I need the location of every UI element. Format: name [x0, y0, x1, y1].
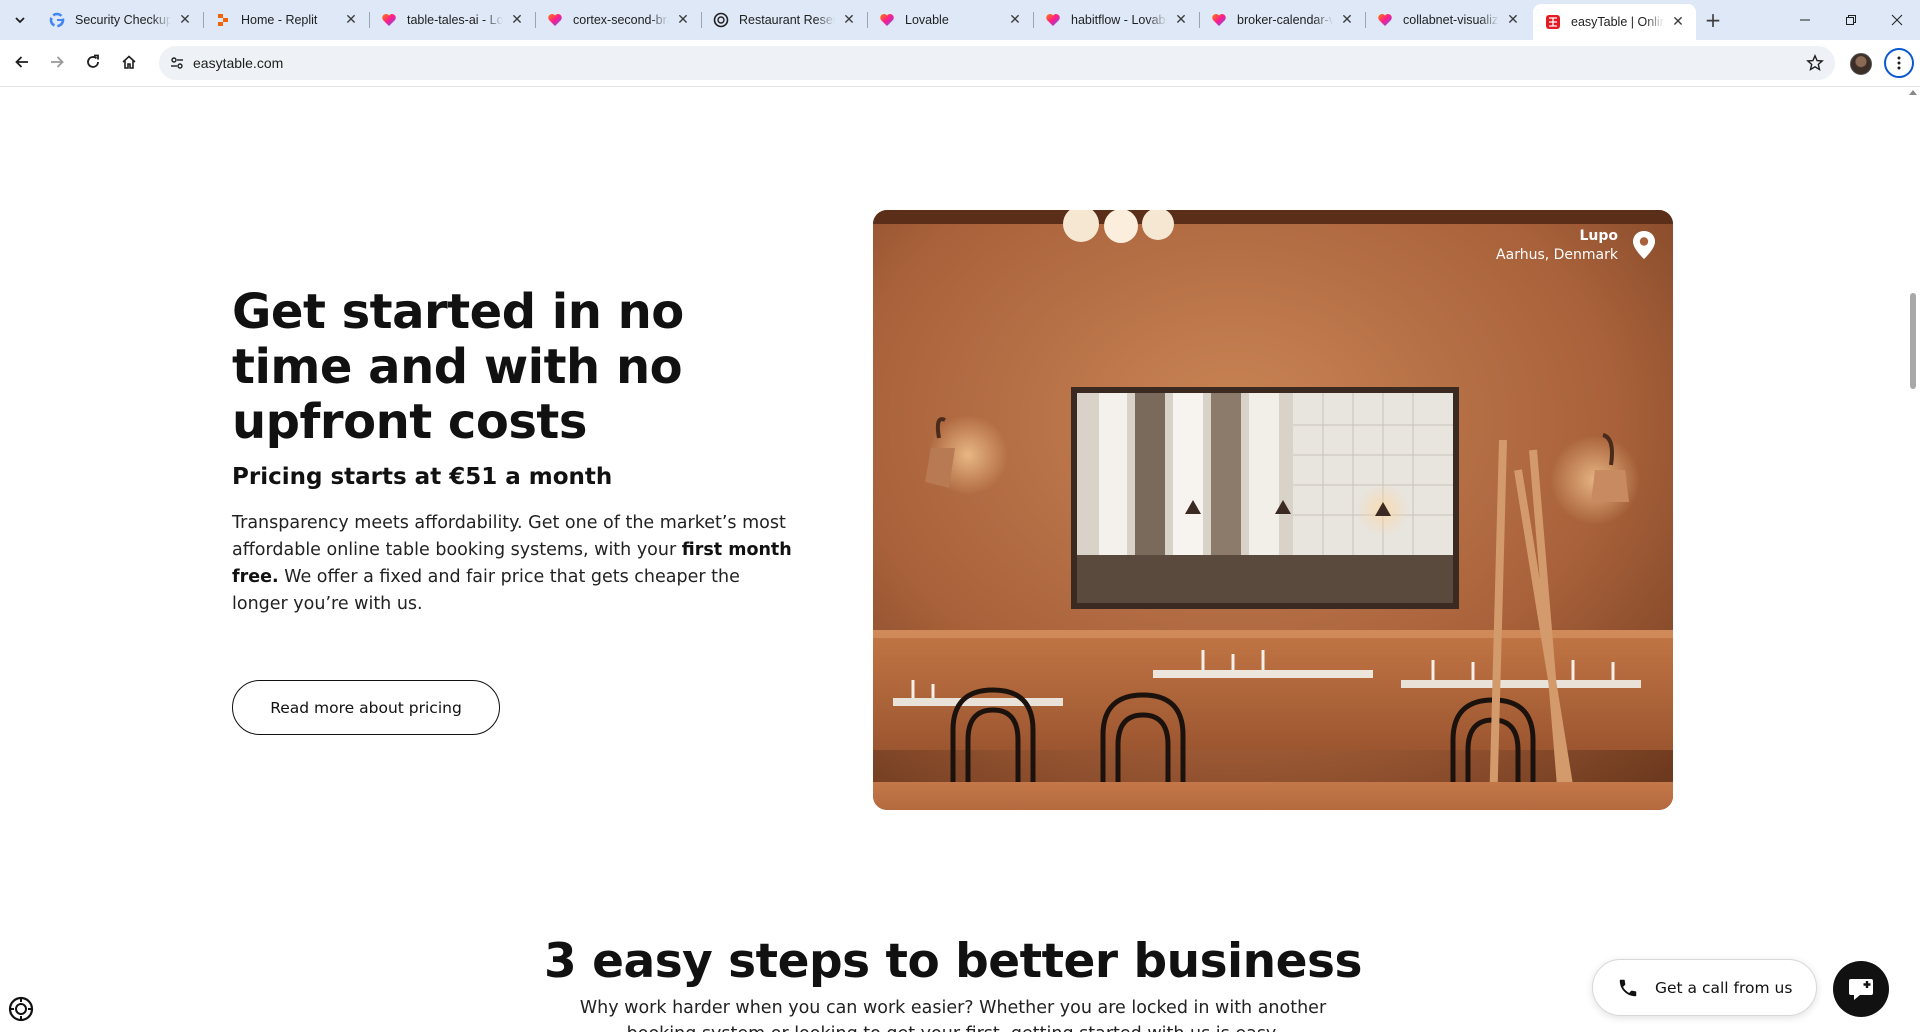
steps-description: Why work harder when you can work easier…: [579, 998, 1327, 1032]
restaurant-interior-image: [873, 210, 1673, 810]
chat-bubble-icon: [1849, 979, 1873, 1000]
tab-title: cortex-second-brain: [573, 13, 669, 27]
restaurant-photo: Lupo Aarhus, Denmark: [873, 210, 1673, 810]
home-icon: [122, 55, 136, 69]
close-icon[interactable]: ✕: [1007, 12, 1023, 28]
openai-icon: [713, 12, 729, 28]
reload-icon: [87, 54, 99, 68]
address-bar[interactable]: easytable.com: [159, 46, 1835, 80]
pricing-subheading: Pricing starts at €51 a month: [232, 464, 613, 490]
restore-button[interactable]: [1828, 0, 1874, 40]
tab-cortex[interactable]: cortex-second-brain ✕: [535, 4, 702, 36]
arrow-left-icon: [15, 56, 28, 68]
google-icon: [49, 12, 65, 28]
hero-heading: Get started in no time and with no upfro…: [232, 284, 684, 450]
close-icon: [1891, 14, 1903, 26]
new-tab-button[interactable]: +: [1701, 8, 1725, 32]
browser-window: Security Checkup ✕ Home - Replit ✕ table…: [0, 0, 1920, 1032]
bookmark-star-icon[interactable]: [1805, 53, 1825, 73]
tab-title: collabnet-visualizer: [1403, 13, 1499, 27]
restaurant-location: Aarhus, Denmark: [1496, 247, 1618, 263]
lovable-icon: [1045, 12, 1061, 28]
tab-table-tales[interactable]: table-tales-ai - Lovable ✕: [369, 4, 536, 36]
tab-title: easyTable | Online: [1571, 15, 1664, 29]
tab-replit[interactable]: Home - Replit ✕: [203, 4, 370, 36]
close-icon[interactable]: ✕: [343, 12, 359, 28]
lovable-icon: [547, 12, 563, 28]
tab-collabnet[interactable]: collabnet-visualizer ✕: [1365, 4, 1531, 36]
browser-toolbar: easytable.com: [0, 40, 1920, 87]
get-a-call-label: Get a call from us: [1655, 978, 1793, 997]
tab-strip: Security Checkup ✕ Home - Replit ✕ table…: [0, 0, 1920, 40]
read-more-pricing-button[interactable]: Read more about pricing: [232, 680, 500, 735]
scroll-up-arrow-icon[interactable]: [1909, 90, 1917, 95]
more-vertical-icon: [1897, 56, 1901, 70]
tab-title: broker-calendar-view: [1237, 13, 1333, 27]
hero-description: Transparency meets affordability. Get on…: [232, 510, 792, 618]
restore-icon: [1846, 15, 1856, 25]
tab-restaurant-reservation[interactable]: Restaurant Reservation ✕: [701, 4, 868, 36]
replit-icon: [215, 12, 231, 28]
arrow-right-icon: [51, 56, 64, 68]
tab-easytable[interactable]: easyTable | Online ✕: [1533, 4, 1696, 40]
tab-search-button[interactable]: [8, 8, 32, 32]
lovable-icon: [1377, 12, 1393, 28]
minimize-button[interactable]: [1782, 0, 1828, 40]
photo-caption: Lupo Aarhus, Denmark: [1496, 228, 1618, 263]
back-button[interactable]: [8, 48, 36, 76]
chat-button[interactable]: [1833, 961, 1889, 1017]
tab-broker-calendar[interactable]: broker-calendar-view ✕: [1199, 4, 1366, 36]
tab-title: Security Checkup: [75, 13, 171, 27]
page-viewport: Get started in no time and with no upfro…: [0, 87, 1906, 1032]
tab-habitflow[interactable]: habitflow - Lovable ✕: [1033, 4, 1200, 36]
minimize-icon: [1800, 19, 1810, 21]
close-window-button[interactable]: [1874, 0, 1920, 40]
browser-menu-button[interactable]: [1884, 48, 1914, 78]
tab-title: habitflow - Lovable: [1071, 13, 1167, 27]
tab-title: Restaurant Reservation: [739, 13, 835, 27]
close-icon[interactable]: ✕: [1339, 12, 1355, 28]
restaurant-name: Lupo: [1579, 228, 1618, 244]
lovable-icon: [1211, 12, 1227, 28]
lovable-icon: [879, 12, 895, 28]
reload-button[interactable]: [79, 48, 107, 76]
close-icon[interactable]: ✕: [841, 12, 857, 28]
site-settings-icon[interactable]: [167, 53, 187, 73]
scrollbar-thumb[interactable]: [1910, 293, 1916, 389]
close-icon[interactable]: ✕: [177, 12, 193, 28]
phone-icon: [1619, 979, 1637, 996]
easytable-icon: [1545, 14, 1561, 30]
tab-title: table-tales-ai - Lovable: [407, 13, 503, 27]
tab-title: Home - Replit: [241, 13, 318, 27]
tab-title: Lovable: [905, 13, 949, 27]
close-icon[interactable]: ✕: [509, 12, 525, 28]
close-icon[interactable]: ✕: [1670, 14, 1686, 30]
tab-security-checkup[interactable]: Security Checkup ✕: [37, 4, 204, 36]
close-icon[interactable]: ✕: [675, 12, 691, 28]
tab-lovable[interactable]: Lovable ✕: [867, 4, 1034, 36]
lovable-icon: [381, 12, 397, 28]
chevron-down-icon: [15, 17, 25, 24]
forward-button[interactable]: [43, 48, 71, 76]
get-a-call-button[interactable]: Get a call from us: [1592, 959, 1817, 1016]
close-icon[interactable]: ✕: [1173, 12, 1189, 28]
url-text[interactable]: easytable.com: [193, 55, 283, 71]
hero-description-part2: We offer a fixed and fair price that get…: [232, 567, 740, 614]
home-button[interactable]: [115, 48, 143, 76]
accessibility-widget-icon[interactable]: [8, 996, 34, 1022]
profile-avatar[interactable]: [1850, 53, 1872, 75]
page-scrollbar[interactable]: [1906, 87, 1920, 1032]
location-pin-icon: [1633, 231, 1655, 259]
close-icon[interactable]: ✕: [1505, 12, 1521, 28]
